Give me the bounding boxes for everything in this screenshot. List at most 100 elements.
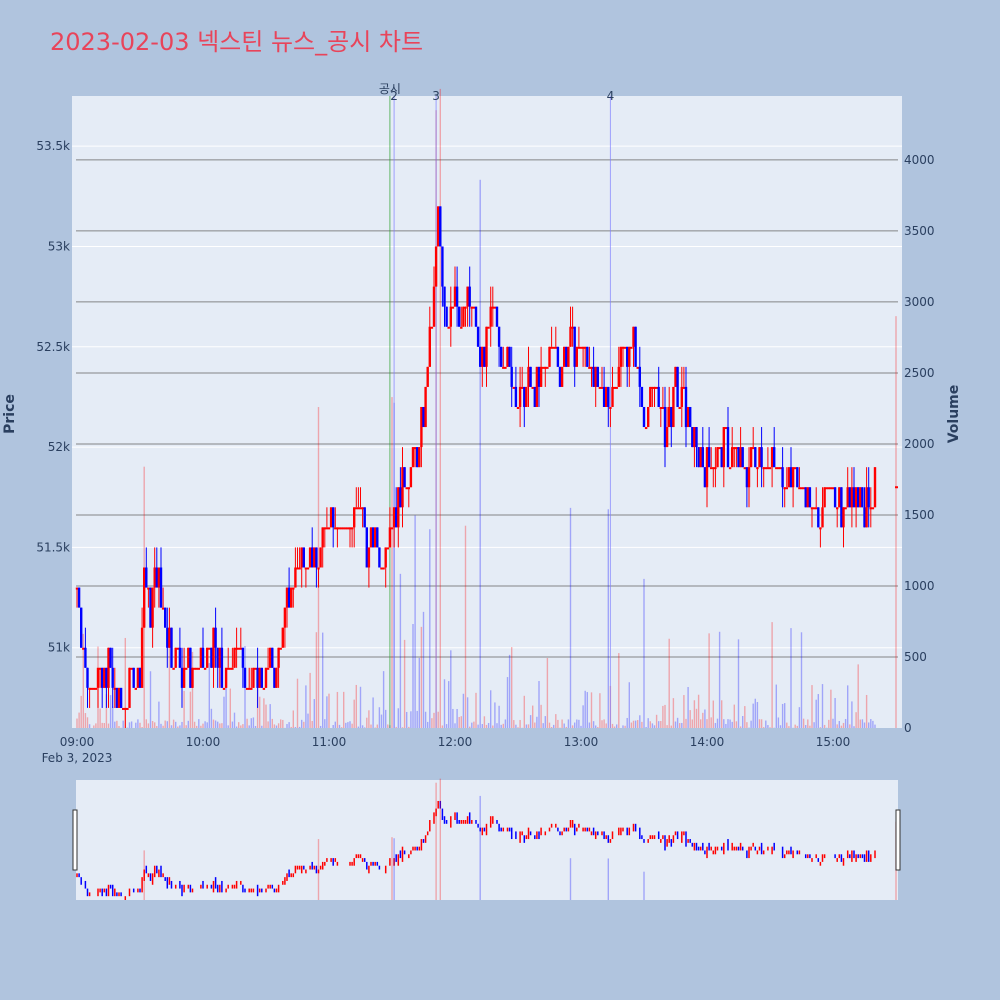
candle-body (195, 667, 198, 670)
candle-body (434, 246, 438, 287)
volume-bar (683, 695, 685, 728)
volume-bar (210, 708, 213, 728)
candle-body (497, 326, 501, 347)
volume-bar (231, 721, 234, 728)
candle-body (506, 346, 509, 367)
candle-body (224, 667, 228, 688)
candle-body (220, 647, 224, 688)
candle-body (632, 326, 635, 347)
candle-body (420, 406, 423, 448)
volume-bar (280, 719, 282, 728)
candle-body (441, 246, 444, 287)
volume-bar (288, 722, 290, 728)
candle-body (292, 587, 295, 590)
volume-bar (681, 722, 683, 728)
candle-body (760, 447, 763, 468)
volume-bar (513, 720, 515, 728)
candle-body (161, 607, 165, 610)
volume-bar (828, 719, 830, 728)
volume-bar (693, 700, 696, 728)
candle-body (705, 447, 709, 488)
candle-body (371, 527, 375, 548)
candle-body (258, 667, 261, 688)
candle-body (409, 467, 413, 488)
candle-body (752, 447, 755, 450)
candle-body (865, 487, 868, 528)
volume-bar (322, 632, 324, 728)
volume-bar (569, 507, 572, 728)
volume-bar (347, 722, 349, 728)
time-axis: 09:00 Feb 3, 2023 10:00 11:00 12:00 13:00 14:0… (42, 735, 851, 765)
candle-body (682, 386, 686, 389)
volume-bar (805, 725, 807, 728)
candle-body (651, 386, 654, 389)
time-tick-label: 11:00 (312, 735, 347, 749)
volume-bar (844, 718, 847, 728)
volume-bar (290, 726, 292, 728)
volume-bar (193, 721, 196, 728)
candle-body (380, 567, 383, 570)
range-slider-left-handle[interactable] (72, 809, 78, 871)
volume-tick-label: 0 (904, 721, 912, 735)
candle-body (768, 467, 772, 470)
candle-body (138, 667, 142, 688)
volume-bar (103, 722, 105, 728)
volume-bar (590, 692, 593, 728)
volume-bar (84, 713, 87, 728)
volume-bar (177, 726, 179, 728)
volume-bar (458, 716, 460, 728)
volume-bar (378, 707, 381, 728)
volume-bar (674, 721, 677, 728)
range-slider[interactable] (72, 778, 901, 900)
candle-body (418, 447, 421, 468)
candle-body (189, 647, 192, 688)
volume-bar (777, 717, 780, 728)
candle-body (573, 326, 576, 367)
candle-body (210, 647, 213, 668)
candle-body (350, 527, 354, 530)
candle-body (577, 346, 581, 349)
volume-bar (723, 719, 725, 728)
candle-body (359, 507, 362, 510)
candle-body (810, 507, 814, 510)
volume-bar (416, 710, 418, 728)
volume-bar (666, 725, 668, 728)
candle-body (94, 687, 98, 690)
candle-body (336, 527, 339, 530)
candle-body (105, 667, 108, 688)
candle-body (586, 346, 589, 367)
volume-bar (202, 723, 204, 728)
volume-bar (198, 719, 200, 728)
range-slider-right-handle[interactable] (895, 809, 901, 871)
volume-bar (781, 703, 784, 728)
candle-body (92, 687, 95, 690)
volume-bar (532, 705, 534, 728)
volume-bar (475, 692, 477, 728)
candle-body (749, 447, 753, 468)
candle-body (873, 467, 877, 508)
volume-bar (189, 691, 192, 728)
volume-bar (166, 721, 168, 728)
candle-body (344, 527, 347, 530)
candle-body (338, 527, 341, 530)
candle-body (831, 487, 835, 490)
time-tick-label: 15:00 (816, 735, 851, 749)
volume-bar (534, 722, 536, 728)
volume-bar (481, 724, 483, 728)
volume-bar (311, 720, 313, 728)
candle-body (327, 527, 331, 530)
candle-body (852, 487, 856, 508)
price-axis: 51k 51.5k 52k 52.5k 53k 53.5k (36, 139, 70, 655)
candle-body (626, 346, 629, 367)
volume-bar (221, 723, 223, 728)
volume-bar (798, 707, 801, 728)
volume-tick-label: 4000 (904, 153, 935, 167)
candle-body (374, 527, 377, 548)
candle-body (596, 366, 599, 387)
candle-body (762, 467, 765, 470)
volume-tick-label: 2000 (904, 437, 935, 451)
volume-bar (756, 702, 759, 728)
volume-bar (181, 721, 183, 728)
volume-bar (500, 724, 502, 728)
candle-body (86, 667, 89, 688)
